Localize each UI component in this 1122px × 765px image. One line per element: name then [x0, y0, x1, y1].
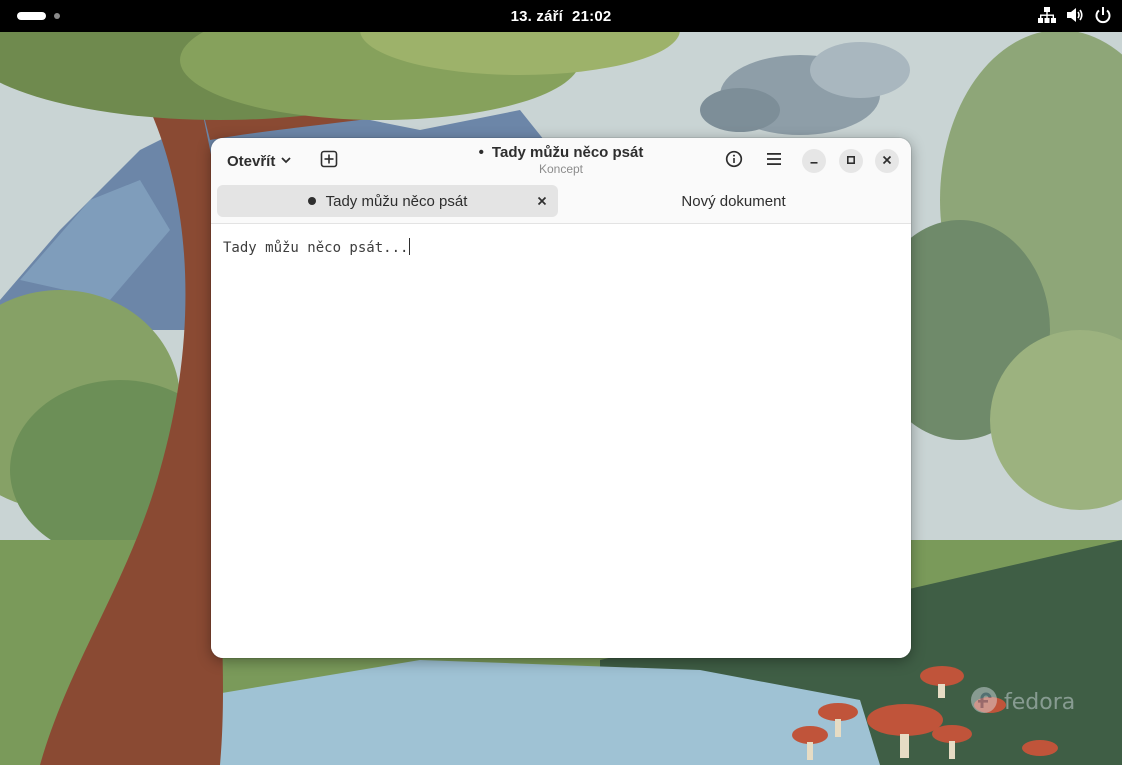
close-button[interactable] [875, 149, 899, 173]
volume-icon[interactable] [1066, 6, 1084, 24]
new-tab-button[interactable] [315, 147, 343, 175]
window-subtitle: Koncept [538, 162, 584, 176]
text-caret [409, 238, 411, 255]
close-icon [537, 196, 547, 206]
system-tray[interactable] [1038, 6, 1112, 24]
document-info-button[interactable] [720, 147, 748, 175]
minimize-icon [809, 152, 819, 170]
chevron-down-icon [280, 153, 292, 170]
workspace-indicator-active[interactable] [17, 12, 46, 20]
clock-date: 13. září [510, 7, 564, 25]
main-menu-button[interactable] [760, 147, 788, 175]
maximize-icon [846, 152, 856, 170]
close-icon [882, 152, 892, 170]
info-icon [725, 150, 743, 173]
fedora-watermark: fedora [970, 686, 1075, 719]
activities-button[interactable] [17, 12, 60, 20]
text-editor-window: Otevřít • Tady můžu něco psát Koncept Ta… [211, 138, 911, 658]
modified-indicator: • [478, 144, 484, 161]
maximize-button[interactable] [839, 149, 863, 173]
workspace-indicator[interactable] [54, 13, 60, 19]
unsaved-dot-icon [307, 197, 316, 205]
open-button-label: Otevřít [227, 152, 276, 170]
tab-document-1[interactable]: Tady můžu něco psát [217, 185, 558, 217]
clock-time: 21:02 [572, 7, 612, 25]
open-button[interactable]: Otevřít [219, 147, 300, 175]
window-title-text: Tady můžu něco psát [491, 144, 644, 161]
top-bar: 13. září 21:02 [0, 0, 1122, 32]
fedora-wordmark: fedora [1004, 690, 1076, 715]
minimize-button[interactable] [802, 149, 826, 173]
header-bar[interactable]: Otevřít • Tady můžu něco psát Koncept [211, 138, 911, 184]
network-wired-icon[interactable] [1038, 6, 1056, 24]
tab-label: Tady můžu něco psát [325, 192, 468, 210]
tab-document-2[interactable]: Nový dokument [562, 185, 905, 217]
tab-label: Nový dokument [681, 192, 786, 210]
window-title-area: • Tady můžu něco psát Koncept [411, 144, 711, 176]
window-title: • Tady můžu něco psát [411, 144, 711, 161]
tab-close-button[interactable] [534, 193, 550, 209]
clock[interactable]: 13. září 21:02 [511, 8, 612, 25]
tab-new-icon [320, 150, 338, 173]
editor-content: Tady můžu něco psát... [223, 240, 409, 256]
editor-text-line[interactable]: Tady můžu něco psát... [223, 238, 411, 256]
power-icon[interactable] [1094, 6, 1112, 24]
text-editor-area[interactable]: Tady můžu něco psát... [211, 225, 911, 658]
fedora-logo-icon [970, 686, 998, 719]
hamburger-menu-icon [765, 150, 783, 173]
tab-bar: Tady můžu něco psát Nový dokument [211, 184, 911, 224]
